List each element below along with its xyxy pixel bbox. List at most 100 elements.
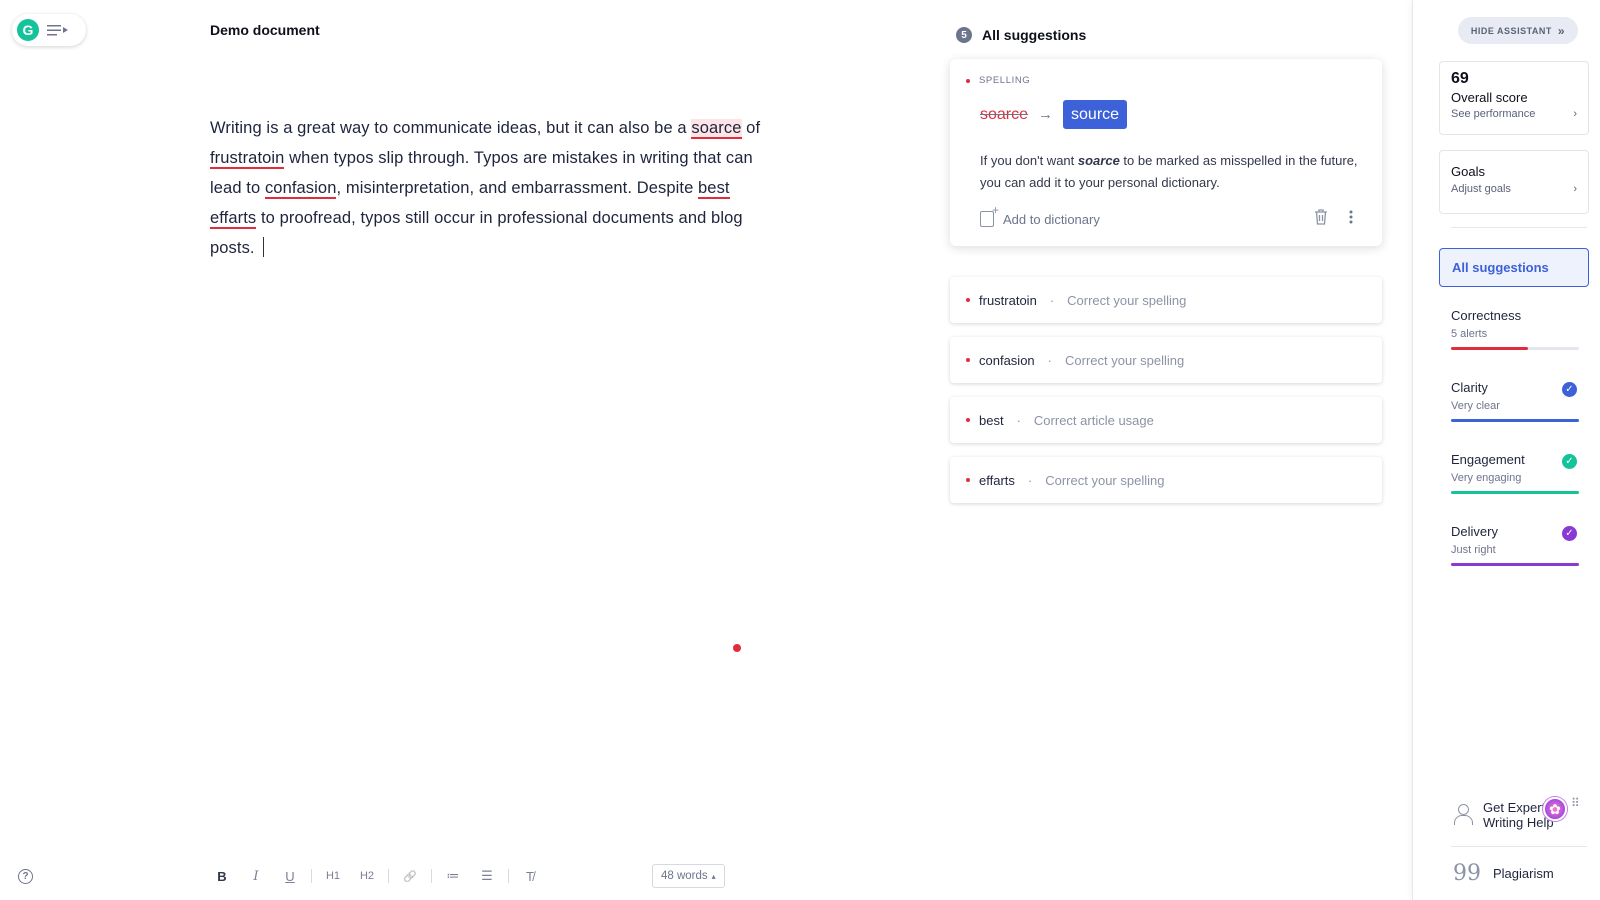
category-name: Engagement xyxy=(1451,452,1525,467)
grammarly-menu[interactable]: G xyxy=(12,14,86,46)
misspelled-word[interactable]: effarts xyxy=(210,209,257,229)
assistant-sidebar: HIDE ASSISTANT » 69 Overall score See pe… xyxy=(1412,0,1600,900)
clear-format-button[interactable]: T̸ xyxy=(513,869,547,884)
grammarly-logo-icon: G xyxy=(17,19,39,41)
flagged-word[interactable]: best xyxy=(698,179,730,199)
alert-dot-icon xyxy=(966,358,970,362)
hide-assistant-button[interactable]: HIDE ASSISTANT » xyxy=(1458,17,1578,44)
suggestion-word: confasion xyxy=(979,352,1035,368)
category-engagement[interactable]: Engagement Very engaging ✓ xyxy=(1451,452,1579,494)
category-progress-bar xyxy=(1451,347,1579,350)
suggestions-header: 5 All suggestions xyxy=(956,27,1086,43)
category-progress-bar xyxy=(1451,563,1579,566)
desc-word: soarce xyxy=(1077,153,1120,168)
suggestion-category: SPELLING xyxy=(966,75,1030,86)
ordered-list-button[interactable]: ≔ xyxy=(436,868,470,884)
link-button[interactable]: 🔗 xyxy=(393,870,427,883)
check-circle-icon: ✓ xyxy=(1562,454,1577,469)
double-chevron-right-icon: » xyxy=(1557,23,1566,38)
plagiarism-button[interactable]: 99 Plagiarism xyxy=(1453,860,1554,886)
doc-text: , misinterpretation, and embarrassment. … xyxy=(336,179,699,197)
document-title[interactable]: Demo document xyxy=(210,22,320,38)
adjust-goals-link[interactable]: Adjust goals › xyxy=(1451,183,1577,195)
misspelled-word[interactable]: confasion xyxy=(264,179,337,199)
plagiarism-label: Plagiarism xyxy=(1493,866,1554,881)
add-to-dictionary-label: Add to dictionary xyxy=(1003,211,1100,227)
record-indicator-dot xyxy=(733,644,741,652)
separator-dot: · xyxy=(1047,352,1052,368)
suggestion-item[interactable]: frustratoin · Correct your spelling xyxy=(950,277,1382,323)
category-status: Just right xyxy=(1451,544,1496,556)
toolbar-divider xyxy=(431,869,432,883)
bold-button[interactable]: B xyxy=(205,869,239,884)
check-circle-icon: ✓ xyxy=(1562,382,1577,397)
menu-icon[interactable] xyxy=(47,24,68,36)
quote-icon: 99 xyxy=(1453,860,1481,886)
misspelled-word[interactable]: frustratoin xyxy=(210,149,285,169)
add-to-dictionary-button[interactable]: Add to dictionary xyxy=(980,203,1100,227)
category-status: Very clear xyxy=(1451,400,1500,412)
underline-button[interactable]: U xyxy=(273,869,307,884)
chevron-right-icon: › xyxy=(1573,108,1577,120)
goals-card[interactable]: Goals Adjust goals › xyxy=(1439,150,1589,214)
drag-handle-icon[interactable]: ⠿ xyxy=(1571,797,1580,809)
category-progress-bar xyxy=(1451,419,1579,422)
toolbar-divider xyxy=(311,869,312,883)
person-icon xyxy=(1453,804,1473,826)
overall-score-card[interactable]: 69 Overall score See performance › xyxy=(1439,61,1589,135)
alert-dot-icon xyxy=(966,298,970,302)
heading1-button[interactable]: H1 xyxy=(316,870,350,882)
category-delivery[interactable]: Delivery Just right ✓ xyxy=(1451,524,1579,566)
replacement-row: soarce → source xyxy=(980,100,1128,129)
separator-dot: · xyxy=(1027,472,1033,488)
suggestion-word: effarts xyxy=(979,472,1015,488)
overall-score-label: Overall score xyxy=(1451,90,1528,105)
text-caret xyxy=(263,237,265,257)
alert-dot-icon xyxy=(966,478,970,482)
suggestion-item[interactable]: confasion · Correct your spelling xyxy=(950,337,1382,383)
sidebar-divider xyxy=(1451,846,1587,847)
sidebar-divider xyxy=(1451,227,1587,228)
desc-text: If you don't want xyxy=(980,153,1078,168)
active-suggestion-card[interactable]: SPELLING soarce → source If you don't wa… xyxy=(950,59,1382,246)
hide-assistant-label: HIDE ASSISTANT xyxy=(1470,25,1552,36)
format-toolbar: B I U H1 H2 🔗 ≔ ☰ T̸ xyxy=(205,863,547,889)
category-status: Very engaging xyxy=(1451,472,1522,484)
doc-text: Writing is a great way to communicate id… xyxy=(210,119,692,137)
suggestion-desc: Correct your spelling xyxy=(1067,292,1187,308)
misspelled-word[interactable]: soarce xyxy=(691,119,742,139)
category-name: Clarity xyxy=(1451,380,1488,395)
original-word: soarce xyxy=(980,105,1029,123)
more-options-icon[interactable] xyxy=(1336,210,1366,228)
goals-label: Goals xyxy=(1451,164,1485,179)
category-correctness[interactable]: Correctness 5 alerts xyxy=(1451,308,1579,350)
flower-widget-icon[interactable]: ✿ xyxy=(1543,797,1567,821)
category-progress-fill xyxy=(1451,563,1579,566)
toolbar-divider xyxy=(508,869,509,883)
suggestion-item[interactable]: effarts · Correct your spelling xyxy=(950,457,1382,503)
see-performance-link[interactable]: See performance › xyxy=(1451,108,1577,120)
trash-icon[interactable] xyxy=(1306,209,1336,229)
arrow-right-icon: → xyxy=(1038,106,1054,123)
all-suggestions-tab[interactable]: All suggestions xyxy=(1439,248,1589,287)
italic-button[interactable]: I xyxy=(239,869,273,884)
help-icon[interactable]: ? xyxy=(18,869,33,884)
category-name: Delivery xyxy=(1451,524,1498,539)
word-count-button[interactable]: 48 words ▴ xyxy=(652,864,725,888)
overall-score-value: 69 xyxy=(1451,70,1469,87)
suggestion-desc: Correct your spelling xyxy=(1065,352,1185,368)
category-label: SPELLING xyxy=(979,75,1031,86)
heading2-button[interactable]: H2 xyxy=(350,870,384,882)
suggestion-item[interactable]: best · Correct article usage xyxy=(950,397,1382,443)
alert-dot-icon xyxy=(966,418,970,422)
document-editor[interactable]: Writing is a great way to communicate id… xyxy=(210,113,780,263)
chevron-right-icon: › xyxy=(1573,183,1577,195)
accept-replacement-button[interactable]: source xyxy=(1063,100,1128,129)
suggestion-actions: Add to dictionary xyxy=(980,203,1366,229)
category-progress-fill xyxy=(1451,347,1528,350)
suggestion-desc: Correct your spelling xyxy=(1045,472,1165,488)
suggestion-count-badge: 5 xyxy=(956,27,972,43)
doc-text: to proofread, typos still occur in profe… xyxy=(210,209,743,257)
category-clarity[interactable]: Clarity Very clear ✓ xyxy=(1451,380,1579,422)
bullet-list-button[interactable]: ☰ xyxy=(470,868,504,884)
